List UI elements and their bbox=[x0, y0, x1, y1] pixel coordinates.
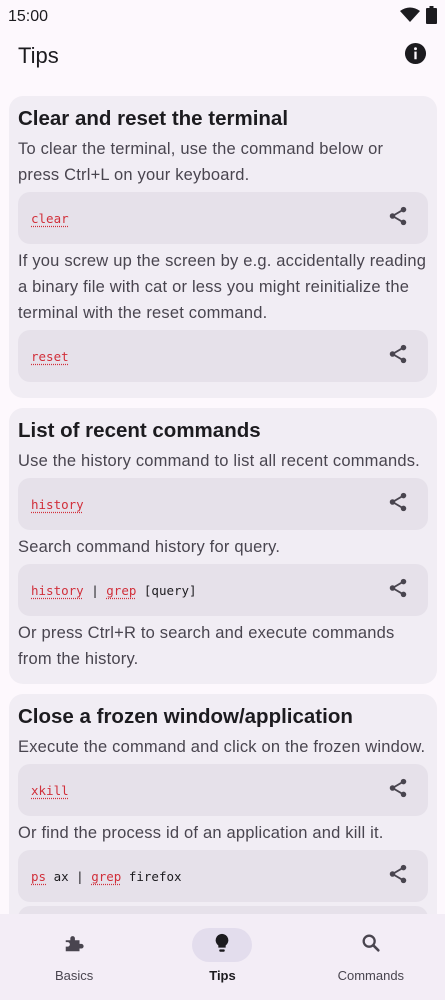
nav-item-basics[interactable]: Basics bbox=[14, 928, 134, 983]
wifi-icon bbox=[400, 7, 420, 28]
search-icon bbox=[360, 932, 382, 959]
nav-label: Basics bbox=[55, 968, 94, 983]
command-text[interactable]: clear bbox=[31, 211, 69, 226]
page-title: Tips bbox=[18, 43, 59, 68]
tip-text: Execute the command and click on the fro… bbox=[18, 738, 426, 756]
share-icon bbox=[387, 491, 409, 518]
tip-text: Or find the process id of an application… bbox=[18, 824, 384, 842]
command-box[interactable]: clear bbox=[18, 192, 428, 244]
nav-label: Commands bbox=[337, 968, 405, 983]
tip-title: Close a frozen window/application bbox=[18, 705, 353, 728]
tip-title: List of recent commands bbox=[18, 419, 261, 442]
command-text[interactable]: history | grep [query] bbox=[31, 583, 197, 598]
command-keyword[interactable]: history bbox=[31, 583, 84, 598]
command-keyword[interactable]: xkill bbox=[31, 783, 69, 798]
tip-text: If you screw up the screen by e.g. accid… bbox=[18, 252, 427, 322]
command-keyword[interactable]: grep bbox=[106, 583, 136, 598]
status-time: 15:00 bbox=[8, 8, 49, 25]
bottom-navigation: Basics Tips Commands bbox=[0, 914, 445, 1000]
tips-list[interactable]: Clear and reset the terminal To clear th… bbox=[9, 96, 437, 914]
share-button[interactable] bbox=[386, 206, 410, 230]
command-plain: | bbox=[83, 582, 107, 598]
tip-text: Use the history command to list all rece… bbox=[18, 452, 420, 470]
tip-card: List of recent commands Use the history … bbox=[9, 408, 437, 684]
command-keyword[interactable]: clear bbox=[31, 211, 69, 226]
nav-label: Tips bbox=[209, 968, 236, 983]
command-keyword[interactable]: ps bbox=[31, 869, 46, 884]
command-plain: [query] bbox=[136, 582, 197, 598]
nav-item-commands[interactable]: Commands bbox=[311, 928, 431, 983]
share-icon bbox=[387, 777, 409, 804]
nav-pill bbox=[44, 928, 104, 962]
command-box[interactable]: history | grep [query] bbox=[18, 564, 428, 616]
command-plain: ax | bbox=[46, 868, 92, 884]
share-button[interactable] bbox=[386, 492, 410, 516]
share-icon bbox=[387, 205, 409, 232]
command-keyword[interactable]: reset bbox=[31, 349, 69, 364]
status-bar: 15:00 bbox=[0, 0, 445, 34]
nav-pill bbox=[341, 928, 401, 962]
info-button[interactable] bbox=[403, 42, 427, 70]
tip-text: Or press Ctrl+R to search and execute co… bbox=[18, 624, 395, 668]
nav-item-tips[interactable]: Tips bbox=[162, 928, 282, 983]
tip-text: To clear the terminal, use the command b… bbox=[18, 140, 384, 184]
app-bar: Tips bbox=[0, 34, 445, 78]
nav-pill bbox=[192, 928, 253, 962]
share-button[interactable] bbox=[386, 778, 410, 802]
command-box[interactable]: xkill bbox=[18, 764, 428, 816]
command-text[interactable]: xkill bbox=[31, 783, 69, 798]
command-text[interactable]: reset bbox=[31, 349, 69, 364]
command-text[interactable]: history bbox=[31, 497, 84, 512]
tip-card: Clear and reset the terminal To clear th… bbox=[9, 96, 437, 398]
info-icon bbox=[404, 42, 427, 70]
share-icon bbox=[387, 863, 409, 890]
puzzle-icon bbox=[63, 932, 85, 959]
battery-icon bbox=[426, 5, 437, 29]
command-box[interactable]: ps ax | grep firefox bbox=[18, 850, 428, 902]
share-button[interactable] bbox=[386, 864, 410, 888]
command-text[interactable]: ps ax | grep firefox bbox=[31, 869, 182, 884]
command-keyword[interactable]: history bbox=[31, 497, 84, 512]
status-icons bbox=[400, 5, 437, 29]
command-box[interactable] bbox=[18, 906, 428, 914]
share-button[interactable] bbox=[386, 344, 410, 368]
tip-card: Close a frozen window/application Execut… bbox=[9, 694, 437, 914]
command-box[interactable]: history bbox=[18, 478, 428, 530]
command-plain: firefox bbox=[121, 868, 182, 884]
share-icon bbox=[387, 577, 409, 604]
command-keyword[interactable]: grep bbox=[91, 869, 121, 884]
command-box[interactable]: reset bbox=[18, 330, 428, 382]
lightbulb-icon bbox=[211, 932, 233, 959]
tip-text: Search command history for query. bbox=[18, 538, 281, 556]
share-button[interactable] bbox=[386, 578, 410, 602]
share-icon bbox=[387, 343, 409, 370]
tip-title: Clear and reset the terminal bbox=[18, 107, 289, 130]
